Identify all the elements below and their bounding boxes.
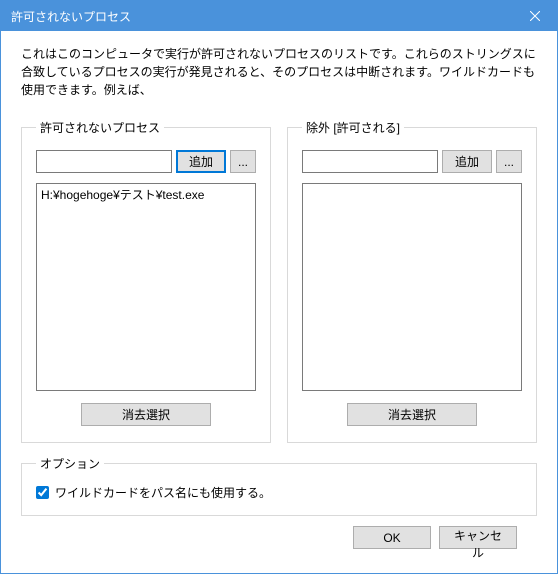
exclude-browse-button[interactable]: ...: [496, 150, 522, 173]
disallowed-input[interactable]: [36, 150, 172, 173]
wildcard-checkbox[interactable]: [36, 486, 49, 499]
options-legend: オプション: [36, 455, 104, 472]
ok-button[interactable]: OK: [353, 526, 431, 549]
wildcard-label: ワイルドカードをパス名にも使用する。: [55, 484, 271, 501]
exclude-group: 除外 [許可される] 追加 ... 消去選択: [287, 119, 537, 443]
dialog-footer: OK キャンセル: [21, 516, 537, 549]
dialog-content: これはこのコンピュータで実行が許可されないプロセスのリストです。これらのストリン…: [1, 31, 557, 573]
exclude-input[interactable]: [302, 150, 438, 173]
disallowed-legend: 許可されないプロセス: [36, 119, 164, 136]
exclude-listbox[interactable]: [302, 183, 522, 391]
exclude-input-row: 追加 ...: [302, 150, 522, 173]
disallowed-add-button[interactable]: 追加: [176, 150, 226, 173]
disallowed-browse-button[interactable]: ...: [230, 150, 256, 173]
dialog-window: 許可されないプロセス これはこのコンピュータで実行が許可されないプロセスのリスト…: [0, 0, 558, 574]
close-icon: [530, 11, 540, 21]
disallowed-clear-button[interactable]: 消去選択: [81, 403, 211, 426]
wildcard-checkbox-row[interactable]: ワイルドカードをパス名にも使用する。: [36, 484, 522, 501]
window-title: 許可されないプロセス: [11, 8, 512, 25]
exclude-legend: 除外 [許可される]: [302, 119, 404, 136]
exclude-clear-button[interactable]: 消去選択: [347, 403, 477, 426]
close-button[interactable]: [512, 1, 557, 31]
titlebar[interactable]: 許可されないプロセス: [1, 1, 557, 31]
list-item[interactable]: H:¥hogehoge¥テスト¥test.exe: [41, 186, 251, 203]
columns: 許可されないプロセス 追加 ... H:¥hogehoge¥テスト¥test.e…: [21, 119, 537, 443]
exclude-add-button[interactable]: 追加: [442, 150, 492, 173]
disallowed-group: 許可されないプロセス 追加 ... H:¥hogehoge¥テスト¥test.e…: [21, 119, 271, 443]
options-group: オプション ワイルドカードをパス名にも使用する。: [21, 455, 537, 516]
disallowed-listbox[interactable]: H:¥hogehoge¥テスト¥test.exe: [36, 183, 256, 391]
description-text: これはこのコンピュータで実行が許可されないプロセスのリストです。これらのストリン…: [21, 45, 537, 99]
cancel-button[interactable]: キャンセル: [439, 526, 517, 549]
disallowed-input-row: 追加 ...: [36, 150, 256, 173]
